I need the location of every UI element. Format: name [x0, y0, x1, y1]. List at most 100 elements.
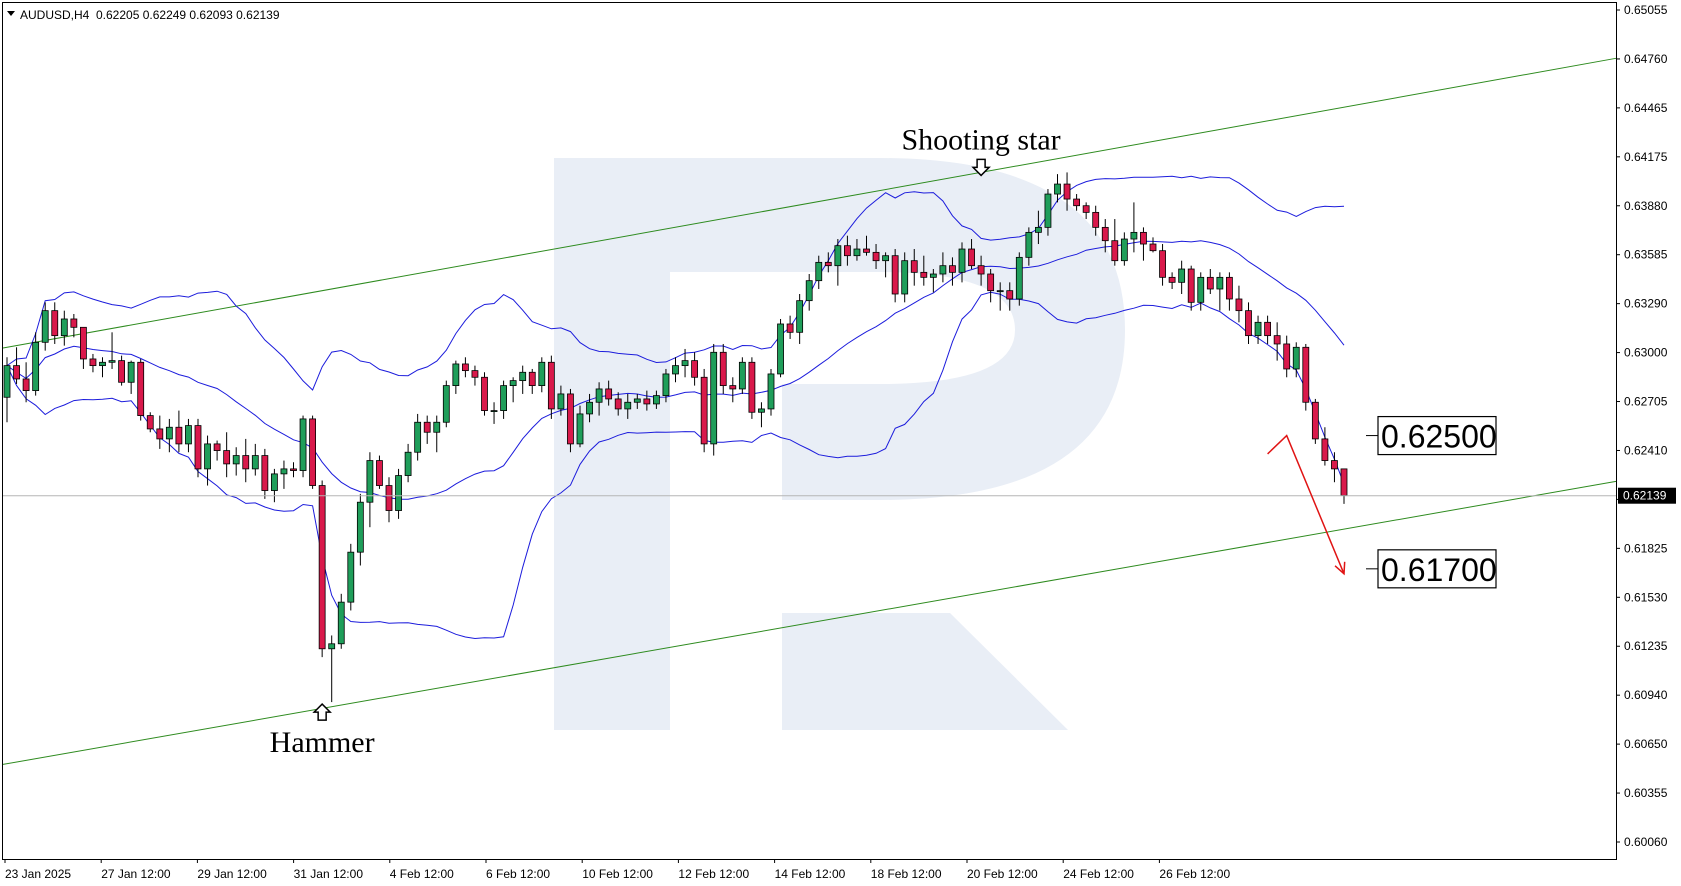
candle	[366, 452, 374, 528]
candle-body-bull	[939, 265, 947, 275]
candle	[748, 357, 756, 419]
candle-body-bear	[89, 358, 97, 367]
candle-body-bear	[920, 271, 928, 278]
annotation-label: Shooting star	[902, 123, 1061, 156]
candle-body-bear	[1340, 468, 1348, 496]
candle	[758, 402, 765, 428]
candle-body-bull	[1178, 268, 1186, 283]
candle	[99, 357, 106, 378]
candle-body-bull	[767, 373, 775, 410]
y-tick-label: 0.63880	[1624, 199, 1668, 213]
candle-body-bear	[872, 251, 880, 262]
candle-body-bear	[213, 443, 221, 451]
candle	[509, 377, 517, 403]
candle-body-bear	[481, 376, 488, 411]
candle	[175, 410, 183, 453]
candle-body-bear	[194, 425, 202, 470]
candle-body-bull	[442, 385, 450, 423]
current-price-label: 0.62139	[1623, 489, 1667, 503]
candle	[60, 310, 68, 346]
candle-body-bull	[1044, 193, 1052, 228]
candle	[1120, 232, 1128, 266]
candle	[1311, 398, 1319, 444]
candle-body-bear	[949, 265, 956, 273]
candle-body-bear	[242, 455, 250, 470]
x-tick-label: 10 Feb 12:00	[582, 867, 653, 881]
candle	[127, 360, 135, 394]
candle	[1082, 202, 1090, 220]
candle-body-bull	[347, 551, 355, 603]
candle-body-bull	[662, 373, 670, 397]
candle-body-bear	[1101, 226, 1109, 242]
candle-body-bull	[509, 380, 517, 387]
candle-body-bull	[710, 351, 718, 445]
x-tick-label: 6 Feb 12:00	[486, 867, 550, 881]
y-axis: 0.65055 0.64760 0.64465 0.64175 0.63880 0.635…	[1616, 3, 1676, 849]
candle	[347, 543, 355, 611]
candle-body-bull	[624, 401, 632, 410]
candle	[710, 343, 718, 456]
candle	[376, 455, 383, 489]
candle	[1245, 302, 1252, 344]
candle	[156, 415, 164, 449]
candle-body-bull	[1216, 276, 1224, 290]
y-tick-label: 0.64465	[1624, 101, 1668, 115]
candle-body-bull	[251, 455, 259, 470]
candle-body-bull	[299, 418, 307, 471]
candle-body-bear	[567, 393, 574, 445]
candle	[767, 368, 775, 416]
candle-body-bear	[156, 428, 164, 440]
candle	[1292, 342, 1300, 378]
candle-body-bear	[22, 378, 30, 392]
candle	[538, 357, 546, 393]
candle-body-bull	[1015, 256, 1023, 300]
candle-body-bull	[356, 501, 364, 553]
y-tick-label: 0.64760	[1624, 52, 1668, 66]
candle	[891, 249, 899, 303]
candle-body-bull	[805, 280, 813, 302]
candle	[1340, 468, 1348, 504]
x-axis: 23 Jan 2025 27 Jan 12:00 29 Jan 12:00 31 Ja…	[4, 859, 1230, 881]
candle-body-bear	[968, 248, 975, 267]
candle	[1178, 260, 1186, 294]
candle	[404, 443, 412, 483]
candle	[700, 368, 708, 453]
level-0-62500: 0.62500	[1366, 415, 1497, 456]
candle	[1264, 315, 1271, 344]
candle-body-bull	[853, 248, 861, 257]
candle-body-bear	[118, 360, 125, 383]
candle	[519, 365, 527, 394]
candle-body-bull	[32, 341, 40, 392]
candle	[738, 357, 746, 394]
candle-body-bull	[519, 371, 527, 382]
candle	[1283, 335, 1291, 378]
candle-body-bear	[1082, 205, 1090, 213]
candle	[672, 357, 679, 383]
price-chart[interactable]: Shooting star Hammer 0.62500 0.61700 0.650…	[0, 0, 1681, 886]
collapse-triangle-icon[interactable]	[7, 11, 15, 16]
candle	[1140, 227, 1147, 261]
candle-body-bear	[1321, 438, 1329, 461]
candle	[290, 462, 297, 478]
candle	[423, 415, 431, 444]
candle-body-bear	[1235, 298, 1243, 312]
candle-body-bear	[614, 398, 622, 410]
candle-body-bull	[414, 421, 422, 453]
chart-root: Shooting star Hammer 0.62500 0.61700 0.650…	[0, 0, 1681, 886]
candle	[719, 343, 727, 394]
candle-body-bull	[882, 255, 889, 262]
candle	[1235, 285, 1243, 323]
candle	[70, 313, 78, 338]
candle-body-bear	[309, 418, 317, 486]
candle-body-bear	[1073, 198, 1080, 207]
candle-body-bear	[1226, 276, 1233, 300]
candle-body-bull	[758, 408, 765, 413]
candle	[270, 468, 278, 503]
candle-body-bull	[777, 323, 784, 375]
candle-body-bear	[1140, 231, 1147, 245]
candle-body-bull	[433, 421, 441, 433]
candle	[185, 418, 192, 453]
candle	[786, 315, 794, 339]
candle	[500, 380, 508, 419]
candle-body-bull	[452, 363, 460, 387]
